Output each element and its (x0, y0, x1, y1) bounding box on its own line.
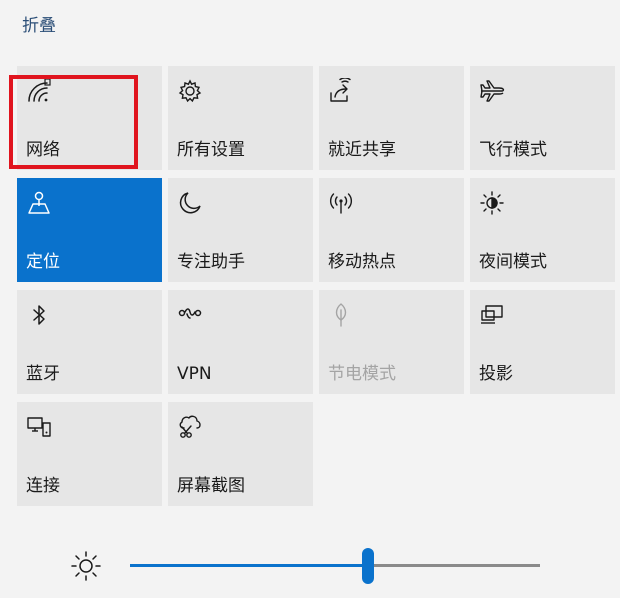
tile-battery-saver[interactable]: 节电模式 (319, 290, 464, 394)
tile-label: 连接 (26, 476, 60, 496)
tile-vpn[interactable]: VPN (168, 290, 313, 394)
tile-location[interactable]: 定位 (17, 178, 162, 282)
tile-label: 节电模式 (328, 364, 396, 384)
tile-label: 移动热点 (328, 252, 396, 272)
tile-screen-snip[interactable]: 屏幕截图 (168, 402, 313, 506)
tile-bluetooth[interactable]: 蓝牙 (17, 290, 162, 394)
hotspot-icon (328, 190, 354, 216)
network-signal-icon (26, 78, 52, 104)
tile-label: 定位 (26, 252, 60, 272)
battery-saver-icon (328, 302, 354, 328)
tile-label: 飞行模式 (479, 140, 547, 160)
tile-label: 就近共享 (328, 140, 396, 160)
tile-label: 屏幕截图 (177, 476, 245, 496)
night-light-icon (479, 190, 505, 216)
bluetooth-icon (26, 302, 52, 328)
tile-label: 专注助手 (177, 252, 245, 272)
tile-mobile-hotspot[interactable]: 移动热点 (319, 178, 464, 282)
slider-fill (130, 564, 368, 567)
connect-icon (26, 414, 52, 440)
tile-airplane-mode[interactable]: 飞行模式 (470, 66, 615, 170)
tile-nearby-share[interactable]: 就近共享 (319, 66, 464, 170)
slider-thumb[interactable] (361, 548, 374, 584)
tile-project[interactable]: 投影 (470, 290, 615, 394)
tile-network[interactable]: 网络 (17, 66, 162, 170)
collapse-link[interactable]: 折叠 (22, 11, 56, 36)
tile-label: VPN (177, 364, 212, 384)
tile-label: 所有设置 (177, 140, 245, 160)
moon-icon (177, 190, 203, 216)
gear-icon (177, 78, 203, 104)
tile-focus-assist[interactable]: 专注助手 (168, 178, 313, 282)
tile-all-settings[interactable]: 所有设置 (168, 66, 313, 170)
tile-label: 网络 (26, 140, 60, 160)
tile-night-light[interactable]: 夜间模式 (470, 178, 615, 282)
screen-snip-icon (177, 414, 203, 440)
tile-connect[interactable]: 连接 (17, 402, 162, 506)
tile-label: 夜间模式 (479, 252, 547, 272)
vpn-icon (177, 302, 203, 328)
nearby-share-icon (328, 78, 354, 104)
tile-label: 投影 (479, 364, 513, 384)
brightness-sun-icon (70, 550, 102, 582)
brightness-row (0, 530, 620, 598)
quick-actions-grid: 网络 所有设置 就近共享 飞行模式 定位 专注助手 移动热点 夜间模式 蓝牙 V… (17, 66, 617, 506)
location-icon (26, 190, 52, 216)
airplane-icon (479, 78, 505, 104)
brightness-slider[interactable] (130, 546, 540, 586)
tile-label: 蓝牙 (26, 364, 60, 384)
project-icon (479, 302, 505, 328)
